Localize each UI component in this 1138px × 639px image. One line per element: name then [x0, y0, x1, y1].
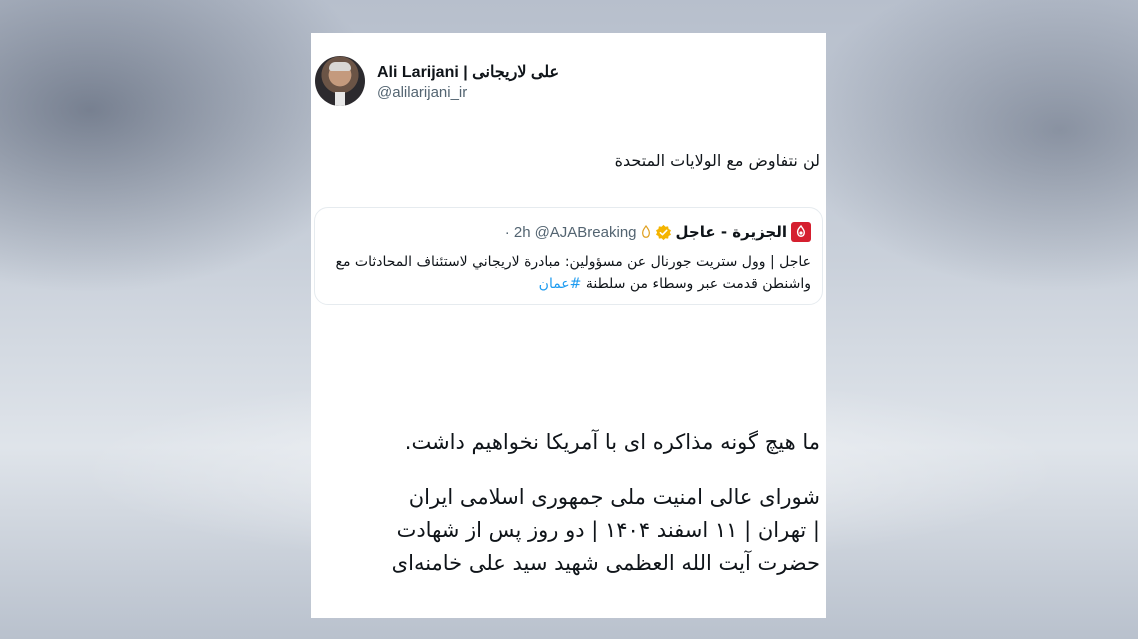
flame-icon — [641, 225, 650, 238]
quoted-author-handle[interactable]: @AJABreaking — [535, 224, 637, 241]
tweet-text: لن نتفاوض مع الولايات المتحدة — [614, 151, 820, 170]
verified-badge-icon — [655, 224, 671, 240]
hashtag-link[interactable]: #عمان — [539, 276, 582, 292]
quoted-tweet-header: الجزيرة - عاجل @AJABreaking · 2h — [505, 222, 811, 242]
quoted-tweet[interactable]: الجزيرة - عاجل @AJABreaking · 2h عاجل | … — [314, 207, 823, 305]
author-avatar[interactable] — [315, 56, 365, 106]
quoted-tweet-time[interactable]: · 2h — [505, 224, 531, 241]
quoted-tweet-text: عاجل | وول ستريت جورنال عن مسؤولين: مباد… — [331, 251, 811, 295]
tweet-card: Ali Larijani | علی لاریجانی @alilarijani… — [311, 33, 826, 618]
caption-line-2: شورای عالی امنیت ملی جمهوری اسلامی ایران — [408, 485, 820, 509]
caption-line-4: حضرت آیت الله العظمی شهید سید علی خامنه‌… — [391, 551, 820, 575]
aljazeera-logo-icon — [791, 222, 811, 242]
author-handle[interactable]: @alilarijani_ir — [377, 84, 467, 101]
caption-line-1: ما هیچ گونه مذاکره ای با آمریکا نخواهیم … — [404, 430, 820, 454]
quoted-author-name[interactable]: الجزيرة - عاجل — [676, 223, 787, 241]
persian-caption: ما هیچ گونه مذاکره ای با آمریکا نخواهیم … — [320, 426, 820, 580]
caption-line-3: | تهران | ۱۱ اسفند ۱۴۰۴ | دو روز پس از ش… — [396, 518, 820, 542]
author-name[interactable]: Ali Larijani | علی لاریجانی — [377, 62, 559, 82]
